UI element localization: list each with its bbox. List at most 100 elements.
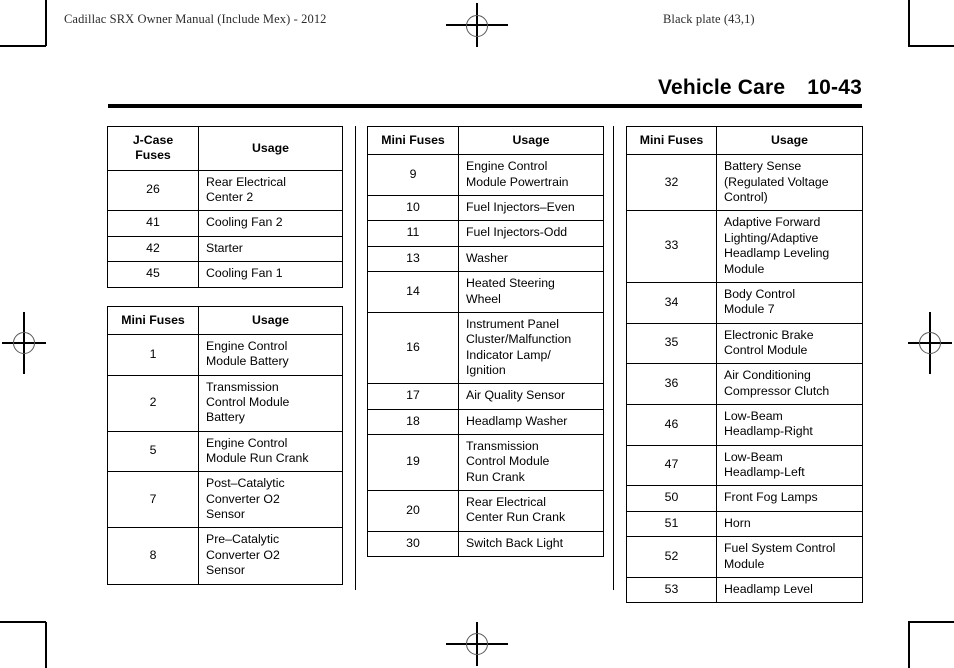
usage-line: Headlamp-Right xyxy=(724,424,813,439)
usage-line: Battery xyxy=(206,410,245,425)
fuse-usage-cell: Engine Control Module Battery xyxy=(198,333,343,376)
column-header-fuse: Mini Fuses xyxy=(626,125,717,156)
fuse-number-cell: 11 xyxy=(367,220,459,247)
fuse-usage-cell: Horn xyxy=(716,510,863,538)
column-header-usage: Usage xyxy=(716,125,863,156)
table-row: 5 Engine Control Module Run Crank xyxy=(107,430,343,473)
column-header-usage: Usage xyxy=(458,125,604,156)
table-row: 47 Low-Beam Headlamp-Left xyxy=(626,444,863,487)
usage-line: Engine Control xyxy=(206,435,288,450)
usage-line: Heated Steering xyxy=(466,276,555,291)
usage-line: Pre–Catalytic xyxy=(206,532,280,547)
column-header-fuse: Mini Fuses xyxy=(367,125,459,156)
table-row: 7 Post–Catalytic Converter O2 Sensor xyxy=(107,471,343,529)
usage-line: Headlamp-Left xyxy=(724,465,805,480)
column-header-usage: Usage xyxy=(198,305,343,335)
usage-line: Control) xyxy=(724,190,768,205)
fuse-usage-cell: Headlamp Washer xyxy=(458,408,604,436)
header-line: J-Case xyxy=(132,133,174,147)
usage-line: Module 7 xyxy=(724,302,775,317)
crop-mark-top-left-horizontal xyxy=(0,45,46,47)
registration-mark-right xyxy=(908,312,952,374)
fuse-usage-cell: Transmission Control Module Run Crank xyxy=(458,434,604,492)
table-row: 1 Engine Control Module Battery xyxy=(107,333,343,376)
fuse-number-cell: 50 xyxy=(626,485,717,512)
fuse-number-cell: 14 xyxy=(367,271,459,313)
column-header-usage: Usage xyxy=(198,126,343,171)
usage-line: Compressor Clutch xyxy=(724,383,830,398)
fuse-usage-cell: Front Fog Lamps xyxy=(716,485,863,512)
fuse-usage-cell: Adaptive Forward Lighting/Adaptive Headlam… xyxy=(716,210,863,283)
fuse-number-cell: 34 xyxy=(626,281,717,324)
fuse-usage-cell: Rear Electrical Center 2 xyxy=(198,169,343,212)
content-column-1: J-Case Fuses Usage 26 Rear Electrical Center … xyxy=(107,126,343,603)
table-row: 45 Cooling Fan 1 xyxy=(107,261,343,288)
chapter-header: Vehicle Care 10-43 xyxy=(108,76,862,108)
fuse-number-cell: 33 xyxy=(626,210,717,283)
registration-mark-left xyxy=(2,312,46,374)
fuse-usage-cell: Cooling Fan 1 xyxy=(198,261,343,288)
fuse-number-cell: 36 xyxy=(626,363,717,406)
crop-mark-top-right-vertical xyxy=(908,0,910,46)
fuse-usage-cell: Headlamp Level xyxy=(716,576,863,604)
usage-line: Module xyxy=(724,556,765,571)
fuse-number-cell: 51 xyxy=(626,510,717,538)
fuse-usage-cell: Heated Steering Wheel xyxy=(458,271,604,313)
fuse-usage-cell: Rear Electrical Center Run Crank xyxy=(458,490,604,532)
usage-line: Center Run Crank xyxy=(466,510,566,525)
crop-mark-bottom-right-horizontal xyxy=(908,621,954,623)
table-row: 41 Cooling Fan 2 xyxy=(107,210,343,237)
fuse-number-cell: 13 xyxy=(367,245,459,273)
usage-line: Fuel Injectors–Even xyxy=(466,200,575,215)
usage-line: Wheel xyxy=(466,291,501,306)
usage-line: Engine Control xyxy=(206,338,288,353)
usage-line: Engine Control xyxy=(466,159,548,174)
table-row: 17 Air Quality Sensor xyxy=(367,383,604,410)
fuse-number-cell: 32 xyxy=(626,154,717,212)
fuse-usage-cell: Air Conditioning Compressor Clutch xyxy=(716,363,863,406)
table-row: 16 Instrument Panel Cluster/Malfunction Ind… xyxy=(367,311,604,385)
usage-line: Headlamp Leveling xyxy=(724,246,830,261)
usage-line: Battery Sense xyxy=(724,159,802,174)
table-header-row: Mini Fuses Usage xyxy=(626,125,863,156)
fuse-number-cell: 8 xyxy=(107,527,199,585)
usage-line: Module Battery xyxy=(206,354,289,369)
table-row: 34 Body Control Module 7 xyxy=(626,281,863,324)
crop-mark-top-right-horizontal xyxy=(908,45,954,47)
usage-line: Switch Back Light xyxy=(466,535,564,550)
table-row: 35 Electronic Brake Control Module xyxy=(626,322,863,365)
usage-line: Body Control xyxy=(724,286,796,301)
fuse-number-cell: 7 xyxy=(107,471,199,529)
fuse-usage-cell: Transmission Control Module Battery xyxy=(198,374,343,432)
usage-line: Air Conditioning xyxy=(724,368,811,383)
usage-line: Transmission xyxy=(206,379,279,394)
header-line: Fuses xyxy=(135,148,171,163)
fuse-number-cell: 52 xyxy=(626,536,717,578)
header-line: Usage xyxy=(252,312,289,327)
header-line: Mini Fuses xyxy=(121,312,185,327)
usage-line: Converter O2 xyxy=(206,547,280,562)
usage-line: Cluster/Malfunction xyxy=(466,332,572,347)
fuse-table-j-case-fuses: J-Case Fuses Usage 26 Rear Electrical Center … xyxy=(107,126,343,288)
fuse-usage-cell: Post–Catalytic Converter O2 Sensor xyxy=(198,471,343,529)
page-title: Vehicle Care xyxy=(657,76,786,99)
fuse-usage-cell: Cooling Fan 2 xyxy=(198,210,343,237)
fuse-number-cell: 20 xyxy=(367,490,459,532)
header-line: Mini Fuses xyxy=(381,133,445,147)
usage-line: Front Fog Lamps xyxy=(724,490,818,505)
usage-line: Indicator Lamp/ xyxy=(466,347,551,362)
usage-line: Adaptive Forward xyxy=(724,215,821,230)
usage-line: Transmission xyxy=(466,439,539,454)
usage-line: Cooling Fan 1 xyxy=(206,266,283,281)
usage-line: Instrument Panel xyxy=(466,316,559,331)
table-row: 19 Transmission Control Module Run Crank xyxy=(367,434,604,492)
table-row: 52 Fuel System Control Module xyxy=(626,536,863,578)
fuse-number-cell: 41 xyxy=(107,210,199,237)
table-row: 8 Pre–Catalytic Converter O2 Sensor xyxy=(107,527,343,585)
fuse-number-cell: 2 xyxy=(107,374,199,432)
chapter-title-row: Vehicle Care 10-43 xyxy=(658,76,862,100)
usage-line: (Regulated Voltage xyxy=(724,174,829,189)
usage-line: Washer xyxy=(466,250,508,265)
fuse-number-cell: 17 xyxy=(367,383,459,410)
table-row: 53 Headlamp Level xyxy=(626,576,863,604)
